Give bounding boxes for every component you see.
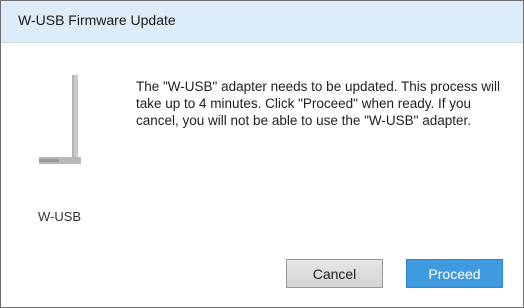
proceed-button[interactable]: Proceed (406, 259, 503, 288)
update-message: The "W-USB" adapter needs to be updated.… (136, 79, 501, 128)
cancel-button[interactable]: Cancel (286, 259, 383, 288)
dialog-content: W-USB The "W-USB" adapter needs to be up… (1, 43, 523, 307)
window-title: W-USB Firmware Update (18, 12, 176, 28)
usb-adapter-icon (39, 75, 81, 164)
firmware-update-dialog: W-USB Firmware Update W-USB The "W-USB" … (0, 0, 524, 308)
title-bar[interactable]: W-USB Firmware Update (1, 1, 523, 43)
device-label: W-USB (38, 209, 82, 224)
